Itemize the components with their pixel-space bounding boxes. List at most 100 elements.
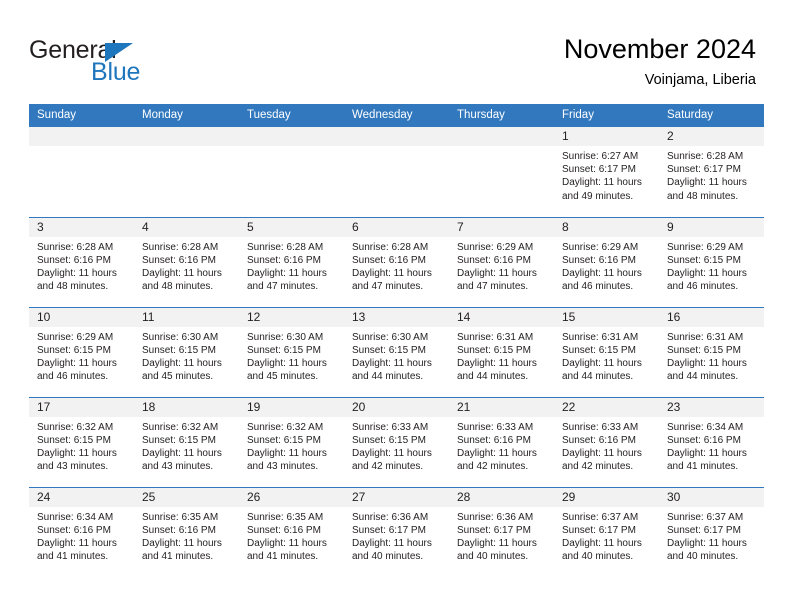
day-details: Sunrise: 6:37 AM Sunset: 6:17 PM Daylight:… <box>659 507 764 564</box>
calendar-day-cell[interactable]: 22 Sunrise: 6:33 AM Sunset: 6:16 PM Dayligh… <box>554 396 659 487</box>
day-number: 30 <box>659 487 764 507</box>
daylight-duration-line1: Daylight: 11 hours <box>667 537 747 549</box>
day-details: Sunrise: 6:34 AM Sunset: 6:16 PM Daylight:… <box>659 417 764 474</box>
calendar-day-cell[interactable]: 17 Sunrise: 6:32 AM Sunset: 6:15 PM Dayligh… <box>29 396 134 487</box>
day-number: 21 <box>449 397 554 417</box>
calendar-day-cell[interactable]: 18 Sunrise: 6:32 AM Sunset: 6:15 PM Dayligh… <box>134 396 239 487</box>
calendar-day-cell[interactable]: 29 Sunrise: 6:37 AM Sunset: 6:17 PM Dayligh… <box>554 486 659 577</box>
sunrise-time: Sunrise: 6:35 AM <box>247 511 324 523</box>
calendar-day-cell[interactable]: 28 Sunrise: 6:36 AM Sunset: 6:17 PM Dayligh… <box>449 486 554 577</box>
day-number: 23 <box>659 397 764 417</box>
day-details: Sunrise: 6:36 AM Sunset: 6:17 PM Daylight:… <box>344 507 449 564</box>
sunrise-time: Sunrise: 6:33 AM <box>457 421 534 433</box>
daylight-duration-line1: Daylight: 11 hours <box>667 357 747 369</box>
calendar-day-cell[interactable]: 13 Sunrise: 6:30 AM Sunset: 6:15 PM Dayligh… <box>344 306 449 397</box>
sunset-time: Sunset: 6:15 PM <box>247 434 321 446</box>
day-details: Sunrise: 6:33 AM Sunset: 6:16 PM Daylight:… <box>449 417 554 474</box>
calendar-week-row: 1 Sunrise: 6:27 AM Sunset: 6:17 PM Daylight… <box>29 127 764 217</box>
daylight-duration-line2: and 44 minutes. <box>352 371 424 383</box>
calendar-day-cell[interactable]: 6 Sunrise: 6:28 AM Sunset: 6:16 PM Daylight… <box>344 216 449 307</box>
day-number: 19 <box>239 397 344 417</box>
sunrise-time: Sunrise: 6:32 AM <box>37 421 114 433</box>
daylight-duration-line2: and 47 minutes. <box>457 281 529 293</box>
calendar-day-cell-empty <box>344 127 449 217</box>
sunrise-time: Sunrise: 6:31 AM <box>457 331 534 343</box>
calendar-day-cell[interactable]: 20 Sunrise: 6:33 AM Sunset: 6:15 PM Dayligh… <box>344 396 449 487</box>
daylight-duration-line2: and 40 minutes. <box>562 551 634 563</box>
day-number: 28 <box>449 487 554 507</box>
calendar-day-cell[interactable]: 2 Sunrise: 6:28 AM Sunset: 6:17 PM Daylight… <box>659 127 764 217</box>
day-details: Sunrise: 6:36 AM Sunset: 6:17 PM Daylight:… <box>449 507 554 564</box>
day-details: Sunrise: 6:34 AM Sunset: 6:16 PM Daylight:… <box>29 507 134 564</box>
day-number: 12 <box>239 307 344 327</box>
daylight-duration-line1: Daylight: 11 hours <box>562 357 642 369</box>
sunset-time: Sunset: 6:16 PM <box>37 524 111 536</box>
calendar-day-cell[interactable]: 19 Sunrise: 6:32 AM Sunset: 6:15 PM Dayligh… <box>239 396 344 487</box>
daylight-duration-line1: Daylight: 11 hours <box>142 267 222 279</box>
sunset-time: Sunset: 6:16 PM <box>457 254 531 266</box>
day-details: Sunrise: 6:28 AM Sunset: 6:16 PM Daylight:… <box>239 237 344 294</box>
daylight-duration-line1: Daylight: 11 hours <box>247 447 327 459</box>
calendar-day-cell[interactable]: 4 Sunrise: 6:28 AM Sunset: 6:16 PM Daylight… <box>134 216 239 307</box>
sunset-time: Sunset: 6:15 PM <box>667 344 741 356</box>
calendar-day-cell[interactable]: 15 Sunrise: 6:31 AM Sunset: 6:15 PM Dayligh… <box>554 306 659 397</box>
calendar-day-cell-empty <box>29 127 134 217</box>
daylight-duration-line2: and 49 minutes. <box>562 190 634 202</box>
daylight-duration-line2: and 46 minutes. <box>667 281 739 293</box>
daylight-duration-line2: and 40 minutes. <box>667 551 739 563</box>
calendar-day-cell[interactable]: 5 Sunrise: 6:28 AM Sunset: 6:16 PM Daylight… <box>239 216 344 307</box>
daylight-duration-line1: Daylight: 11 hours <box>457 447 537 459</box>
calendar-day-cell[interactable]: 30 Sunrise: 6:37 AM Sunset: 6:17 PM Dayligh… <box>659 486 764 577</box>
sunrise-time: Sunrise: 6:36 AM <box>352 511 429 523</box>
daylight-duration-line2: and 45 minutes. <box>247 371 319 383</box>
daylight-duration-line1: Daylight: 11 hours <box>352 537 432 549</box>
daylight-duration-line1: Daylight: 11 hours <box>457 357 537 369</box>
calendar-day-cell[interactable]: 16 Sunrise: 6:31 AM Sunset: 6:15 PM Dayligh… <box>659 306 764 397</box>
sunset-time: Sunset: 6:15 PM <box>37 434 111 446</box>
daylight-duration-line1: Daylight: 11 hours <box>247 267 327 279</box>
sunset-time: Sunset: 6:16 PM <box>37 254 111 266</box>
calendar-day-cell[interactable]: 26 Sunrise: 6:35 AM Sunset: 6:16 PM Dayligh… <box>239 486 344 577</box>
sunrise-time: Sunrise: 6:31 AM <box>562 331 639 343</box>
daylight-duration-line2: and 47 minutes. <box>352 281 424 293</box>
weekday-header-wednesday: Wednesday <box>344 104 449 127</box>
calendar-day-cell[interactable]: 8 Sunrise: 6:29 AM Sunset: 6:16 PM Daylight… <box>554 216 659 307</box>
calendar-day-cell[interactable]: 27 Sunrise: 6:36 AM Sunset: 6:17 PM Dayligh… <box>344 486 449 577</box>
sunset-time: Sunset: 6:15 PM <box>142 344 216 356</box>
day-details: Sunrise: 6:29 AM Sunset: 6:16 PM Daylight:… <box>554 237 659 294</box>
daylight-duration-line2: and 44 minutes. <box>457 371 529 383</box>
calendar-day-cell[interactable]: 7 Sunrise: 6:29 AM Sunset: 6:16 PM Daylight… <box>449 216 554 307</box>
calendar-day-cell[interactable]: 3 Sunrise: 6:28 AM Sunset: 6:16 PM Daylight… <box>29 216 134 307</box>
sunset-time: Sunset: 6:16 PM <box>247 254 321 266</box>
calendar-day-cell[interactable]: 25 Sunrise: 6:35 AM Sunset: 6:16 PM Dayligh… <box>134 486 239 577</box>
sunset-time: Sunset: 6:16 PM <box>667 434 741 446</box>
sunrise-time: Sunrise: 6:29 AM <box>562 241 639 253</box>
sunset-time: Sunset: 6:15 PM <box>562 344 636 356</box>
calendar-day-cell[interactable]: 14 Sunrise: 6:31 AM Sunset: 6:15 PM Dayligh… <box>449 306 554 397</box>
sunset-time: Sunset: 6:17 PM <box>667 164 741 176</box>
sunrise-time: Sunrise: 6:35 AM <box>142 511 219 523</box>
calendar-day-cell[interactable]: 1 Sunrise: 6:27 AM Sunset: 6:17 PM Daylight… <box>554 127 659 217</box>
daylight-duration-line1: Daylight: 11 hours <box>37 267 117 279</box>
daylight-duration-line2: and 46 minutes. <box>562 281 634 293</box>
daylight-duration-line1: Daylight: 11 hours <box>667 177 747 189</box>
calendar-day-cell[interactable]: 21 Sunrise: 6:33 AM Sunset: 6:16 PM Dayligh… <box>449 396 554 487</box>
calendar-day-cell[interactable]: 24 Sunrise: 6:34 AM Sunset: 6:16 PM Dayligh… <box>29 486 134 577</box>
brand-logo[interactable]: General Blue <box>29 36 209 88</box>
day-number: 26 <box>239 487 344 507</box>
daylight-duration-line1: Daylight: 11 hours <box>457 267 537 279</box>
calendar-day-cell[interactable]: 9 Sunrise: 6:29 AM Sunset: 6:15 PM Daylight… <box>659 216 764 307</box>
calendar-day-cell[interactable]: 23 Sunrise: 6:34 AM Sunset: 6:16 PM Dayligh… <box>659 396 764 487</box>
calendar-day-cell[interactable]: 10 Sunrise: 6:29 AM Sunset: 6:15 PM Dayligh… <box>29 306 134 397</box>
sunset-time: Sunset: 6:16 PM <box>562 434 636 446</box>
calendar-day-cell[interactable]: 12 Sunrise: 6:30 AM Sunset: 6:15 PM Dayligh… <box>239 306 344 397</box>
day-number: 11 <box>134 307 239 327</box>
daylight-duration-line2: and 43 minutes. <box>142 461 214 473</box>
day-details: Sunrise: 6:30 AM Sunset: 6:15 PM Daylight:… <box>344 327 449 384</box>
sunrise-time: Sunrise: 6:28 AM <box>667 151 744 162</box>
sunrise-time: Sunrise: 6:28 AM <box>247 241 324 253</box>
calendar-week-row: 17 Sunrise: 6:32 AM Sunset: 6:15 PM Dayligh… <box>29 396 764 487</box>
calendar-day-cell-empty <box>239 127 344 217</box>
calendar-day-cell[interactable]: 11 Sunrise: 6:30 AM Sunset: 6:15 PM Dayligh… <box>134 306 239 397</box>
day-number: 22 <box>554 397 659 417</box>
